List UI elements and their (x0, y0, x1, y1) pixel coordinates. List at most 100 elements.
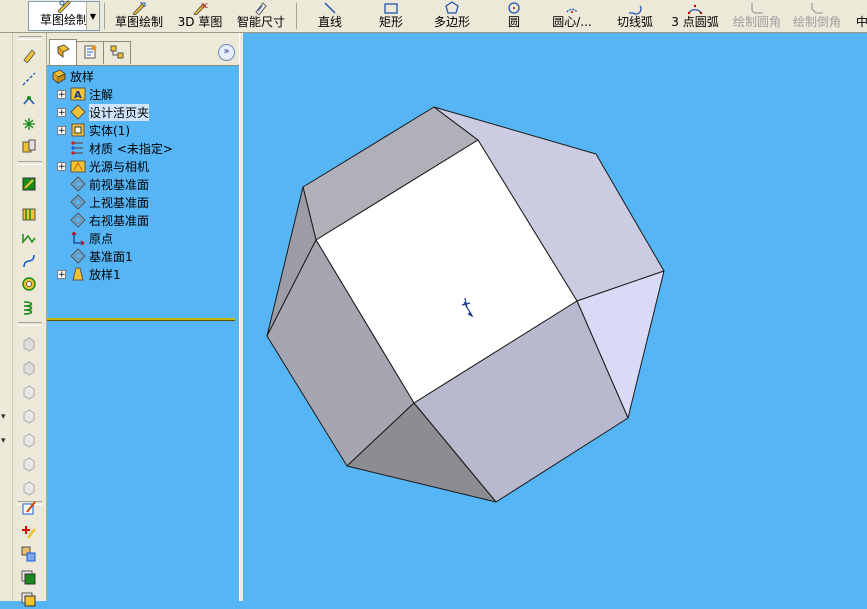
cube-icon[interactable] (20, 479, 38, 497)
extrude-icon[interactable] (20, 137, 38, 155)
tab-configuration-manager[interactable] (103, 41, 131, 64)
tree-item-label: 放样 (70, 69, 95, 84)
curve-icon[interactable] (20, 229, 38, 247)
cube-icon[interactable] (20, 407, 38, 425)
expand-icon[interactable]: + (57, 107, 66, 117)
sketch-fillet-button[interactable]: 绘制圆角 (730, 0, 784, 32)
sketch-point-icon[interactable] (20, 115, 38, 133)
plane-icon (70, 194, 86, 210)
helix-icon[interactable] (20, 298, 38, 316)
add-icon[interactable] (20, 523, 38, 541)
edit-icon[interactable] (20, 499, 38, 517)
tab-feature-tree[interactable] (49, 39, 77, 65)
3point-arc-icon (687, 0, 703, 15)
tab-property-manager[interactable] (76, 41, 104, 64)
tree-item-solid-bodies[interactable]: + 实体(1) (57, 121, 130, 139)
copy-icon[interactable] (20, 569, 38, 587)
sketch-button[interactable]: 草图绘制 (112, 0, 166, 32)
tree-item-label: 设计活页夹 (89, 103, 150, 121)
tree-item-label: 上视基准面 (89, 195, 150, 210)
polygon-button[interactable]: 多边形 (430, 0, 474, 32)
cube-icon[interactable] (20, 431, 38, 449)
smart-dimension-button[interactable]: 智能尺寸 (234, 0, 288, 32)
tree-item-material[interactable]: 材质 <未指定> (70, 139, 173, 157)
cube-icon[interactable] (20, 455, 38, 473)
model-view[interactable] (242, 33, 867, 601)
annotations-icon: A (70, 86, 86, 102)
feature-manager-tabs: » (47, 33, 239, 66)
plane-icon (70, 176, 86, 192)
smart-dimension-icon (253, 0, 269, 15)
3point-arc-label: 3 点圆弧 (671, 15, 719, 29)
circle-icon (506, 0, 522, 15)
centerpoint-arc-label: 圆心/... (552, 15, 592, 29)
property-manager-icon (82, 44, 98, 63)
centerpoint-arc-icon (564, 0, 580, 15)
wall-icon[interactable] (20, 205, 38, 223)
hole-icon[interactable] (20, 275, 38, 293)
top-toolbar: 草图绘制 ▼ 草图绘制 3D 3D 草图 智能尺寸 直线 矩形 多边形 圆 圆心… (0, 0, 867, 33)
rectangle-label: 矩形 (378, 15, 403, 29)
tree-item-label: 实体(1) (89, 123, 130, 138)
expand-icon[interactable]: + (57, 89, 66, 99)
tangent-arc-button[interactable]: 切线弧 (614, 0, 656, 32)
centerline-button[interactable]: 中 (856, 0, 867, 32)
svg-text:3D: 3D (201, 3, 208, 10)
centerline-label: 中 (856, 15, 867, 29)
sketch-pencil-icon (131, 0, 147, 15)
cube-icon[interactable] (20, 359, 38, 377)
sketch-main-button[interactable]: 草图绘制 ▼ (28, 0, 100, 31)
graphics-area[interactable] (242, 33, 867, 601)
spline-icon[interactable] (20, 252, 38, 270)
tree-item-label: 前视基准面 (89, 177, 150, 192)
tree-item-loft1[interactable]: + 放样1 (57, 265, 121, 283)
tree-item-plane1[interactable]: 基准面1 (70, 247, 133, 265)
centerline-icon[interactable] (20, 70, 38, 88)
sketch-button-label: 草图绘制 (114, 15, 163, 29)
tree-item-annotations[interactable]: + A 注解 (57, 85, 113, 103)
loft-feature-icon (70, 266, 86, 282)
left-command-strip: ▾ ▾ (0, 33, 47, 607)
line-button[interactable]: 直线 (312, 0, 348, 32)
point-icon[interactable] (20, 91, 38, 109)
polygon-icon (444, 0, 460, 15)
expand-icon[interactable]: + (57, 125, 66, 135)
rectangle-button[interactable]: 矩形 (374, 0, 408, 32)
chevron-down-icon[interactable]: ▾ (1, 436, 6, 446)
tree-item-lights-cameras[interactable]: + 光源与相机 (57, 157, 149, 175)
material-icon (70, 140, 86, 156)
tree-item-origin[interactable]: 原点 (70, 229, 113, 247)
move-icon[interactable] (20, 545, 38, 563)
sketch-pencil-icon (56, 0, 72, 13)
cube-icon[interactable] (20, 383, 38, 401)
circle-button[interactable]: 圆 (500, 0, 528, 32)
tree-root-part[interactable]: 放样 (51, 67, 94, 85)
sketch-chamfer-label: 绘制倒角 (792, 15, 841, 29)
tree-item-top-plane[interactable]: 上视基准面 (70, 193, 149, 211)
lights-cameras-icon (70, 158, 86, 174)
tree-item-right-plane[interactable]: 右视基准面 (70, 211, 149, 229)
circle-label: 圆 (507, 15, 520, 29)
tree-item-label: 原点 (89, 231, 114, 246)
chevron-down-icon[interactable]: ▼ (86, 2, 99, 30)
expand-icon[interactable]: + (57, 269, 66, 279)
sketch-chamfer-button[interactable]: 绘制倒角 (790, 0, 844, 32)
solid-bodies-icon (70, 122, 86, 138)
centerpoint-arc-button[interactable]: 圆心/... (548, 0, 596, 32)
expand-panel-icon[interactable]: » (218, 44, 235, 61)
sketch-main-label: 草图绘制 (39, 13, 88, 27)
chevron-down-icon[interactable]: ▾ (1, 412, 6, 422)
tree-item-design-binder[interactable]: + 设计活页夹 (57, 103, 150, 121)
cube-icon[interactable] (20, 335, 38, 353)
origin-icon (70, 230, 86, 246)
rollback-bar[interactable] (47, 318, 235, 321)
3point-arc-button[interactable]: 3 点圆弧 (668, 0, 722, 32)
copy-icon[interactable] (20, 591, 38, 609)
expand-icon[interactable]: + (57, 161, 66, 171)
sketch-icon[interactable] (20, 175, 38, 193)
3d-sketch-label: 3D 草图 (177, 15, 223, 29)
tree-item-front-plane[interactable]: 前视基准面 (70, 175, 149, 193)
3d-sketch-button[interactable]: 3D 3D 草图 (176, 0, 224, 32)
tree-item-label: 右视基准面 (89, 213, 150, 228)
smart-dimension-icon[interactable] (20, 46, 38, 64)
